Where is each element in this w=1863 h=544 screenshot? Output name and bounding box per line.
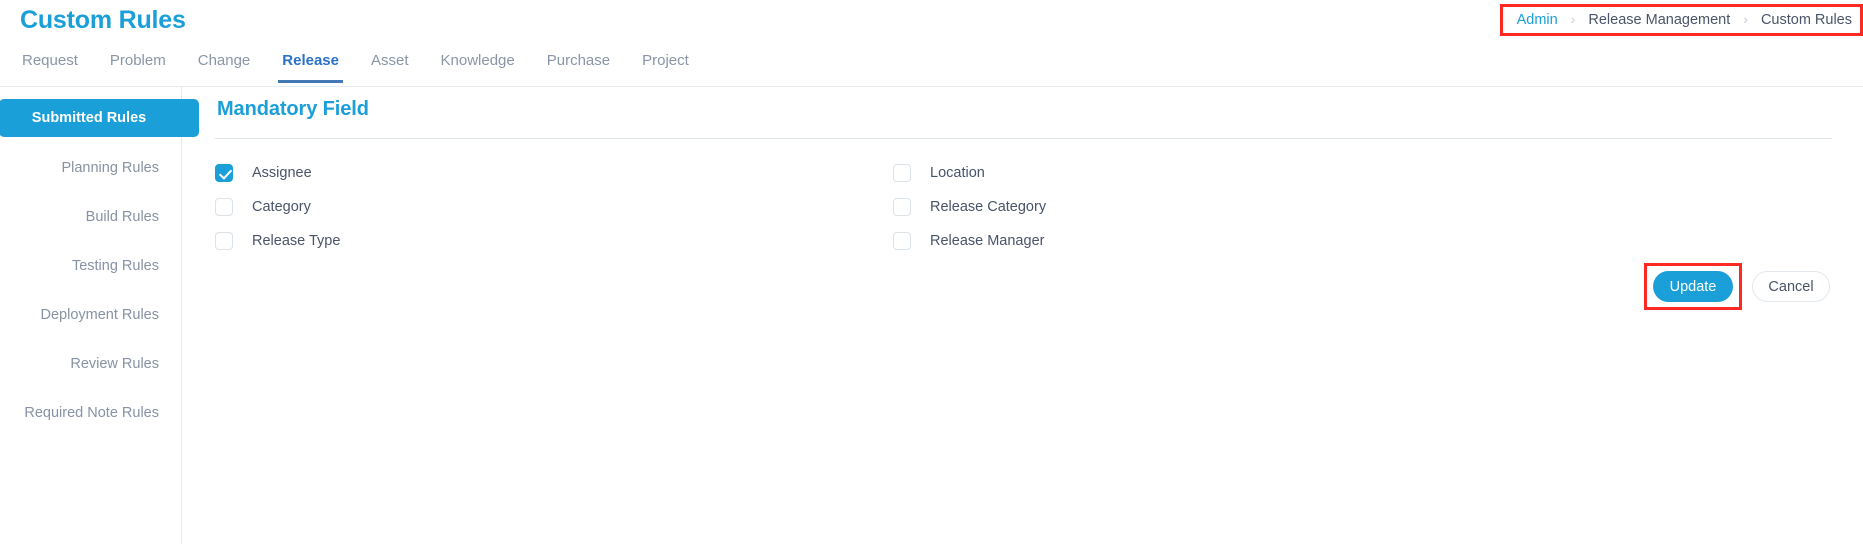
checkbox-label-location: Location	[930, 165, 985, 181]
checkbox-location[interactable]	[893, 164, 911, 182]
tab-project[interactable]: Project	[626, 44, 705, 82]
breadcrumb-separator-icon: ›	[1570, 11, 1576, 27]
tab-request[interactable]: Request	[6, 44, 94, 82]
update-button-highlight: Update	[1644, 263, 1742, 310]
content-area: Submitted Rules Planning Rules Build Rul…	[0, 87, 1863, 544]
sidebar-item-required-note-rules[interactable]: Required Note Rules	[0, 395, 181, 431]
checkbox-label-release-category: Release Category	[930, 199, 1047, 215]
checkbox-label-assignee: Assignee	[252, 165, 312, 181]
checkbox-label-category: Category	[252, 199, 311, 215]
tab-change[interactable]: Change	[182, 44, 267, 82]
sidebar-item-label: Planning Rules	[61, 160, 159, 176]
checkbox-release-type[interactable]	[215, 232, 233, 250]
sidebar-item-review-rules[interactable]: Review Rules	[0, 346, 181, 382]
checkbox-release-manager[interactable]	[893, 232, 911, 250]
sidebar-item-build-rules[interactable]: Build Rules	[0, 199, 181, 235]
sidebar-item-deployment-rules[interactable]: Deployment Rules	[0, 297, 181, 333]
checkbox-row-release-manager[interactable]: Release Manager	[893, 224, 1830, 258]
checkbox-category[interactable]	[215, 198, 233, 216]
tab-asset[interactable]: Asset	[355, 44, 425, 82]
sidebar-item-label: Deployment Rules	[40, 307, 159, 323]
update-button[interactable]: Update	[1653, 271, 1733, 302]
app-header: Custom Rules Admin › Release Management …	[0, 0, 1863, 44]
sidebar-item-submitted-rules[interactable]: Submitted Rules	[0, 99, 199, 137]
breadcrumb-item-release-management[interactable]: Release Management	[1588, 12, 1730, 28]
checkbox-row-assignee[interactable]: Assignee	[215, 156, 893, 190]
checkbox-row-location[interactable]: Location	[893, 156, 1830, 190]
cancel-button[interactable]: Cancel	[1752, 271, 1830, 302]
sidebar-item-label: Testing Rules	[71, 258, 159, 274]
mandatory-field-checkbox-grid: Assignee Location Category Release Categ…	[215, 156, 1830, 258]
sidebar-item-planning-rules[interactable]: Planning Rules	[0, 150, 181, 186]
form-actions: Update Cancel	[1644, 263, 1830, 310]
checkbox-row-category[interactable]: Category	[215, 190, 893, 224]
tab-problem[interactable]: Problem	[94, 44, 182, 82]
tab-knowledge[interactable]: Knowledge	[425, 44, 531, 82]
checkbox-row-release-type[interactable]: Release Type	[215, 224, 893, 258]
tab-release[interactable]: Release	[266, 44, 355, 83]
tab-purchase[interactable]: Purchase	[531, 44, 626, 82]
sidebar-item-label: Required Note Rules	[24, 405, 159, 421]
sidebar-item-label: Review Rules	[70, 356, 159, 372]
checkbox-label-release-manager: Release Manager	[930, 233, 1045, 249]
breadcrumb: Admin › Release Management › Custom Rule…	[1499, 4, 1863, 36]
checkbox-label-release-type: Release Type	[252, 233, 341, 249]
breadcrumb-separator-icon: ›	[1743, 11, 1748, 27]
rules-sidebar: Submitted Rules Planning Rules Build Rul…	[0, 87, 199, 544]
sidebar-item-label: Submitted Rules	[31, 110, 147, 126]
checkbox-release-category[interactable]	[893, 198, 911, 216]
section-title: Mandatory Field	[217, 98, 369, 120]
checkbox-row-release-category[interactable]: Release Category	[893, 190, 1830, 224]
breadcrumb-item-custom-rules: Custom Rules	[1760, 12, 1852, 28]
module-tab-bar: Request Problem Change Release Asset Kno…	[0, 44, 1863, 87]
page-title: Custom Rules	[20, 6, 186, 34]
mandatory-field-panel: Mandatory Field Assignee Location Catego…	[182, 87, 1863, 544]
checkbox-assignee[interactable]	[215, 164, 233, 182]
sidebar-item-label: Build Rules	[85, 209, 159, 225]
breadcrumb-item-admin[interactable]: Admin	[1517, 12, 1558, 28]
sidebar-item-testing-rules[interactable]: Testing Rules	[0, 248, 181, 284]
section-divider	[215, 138, 1832, 139]
